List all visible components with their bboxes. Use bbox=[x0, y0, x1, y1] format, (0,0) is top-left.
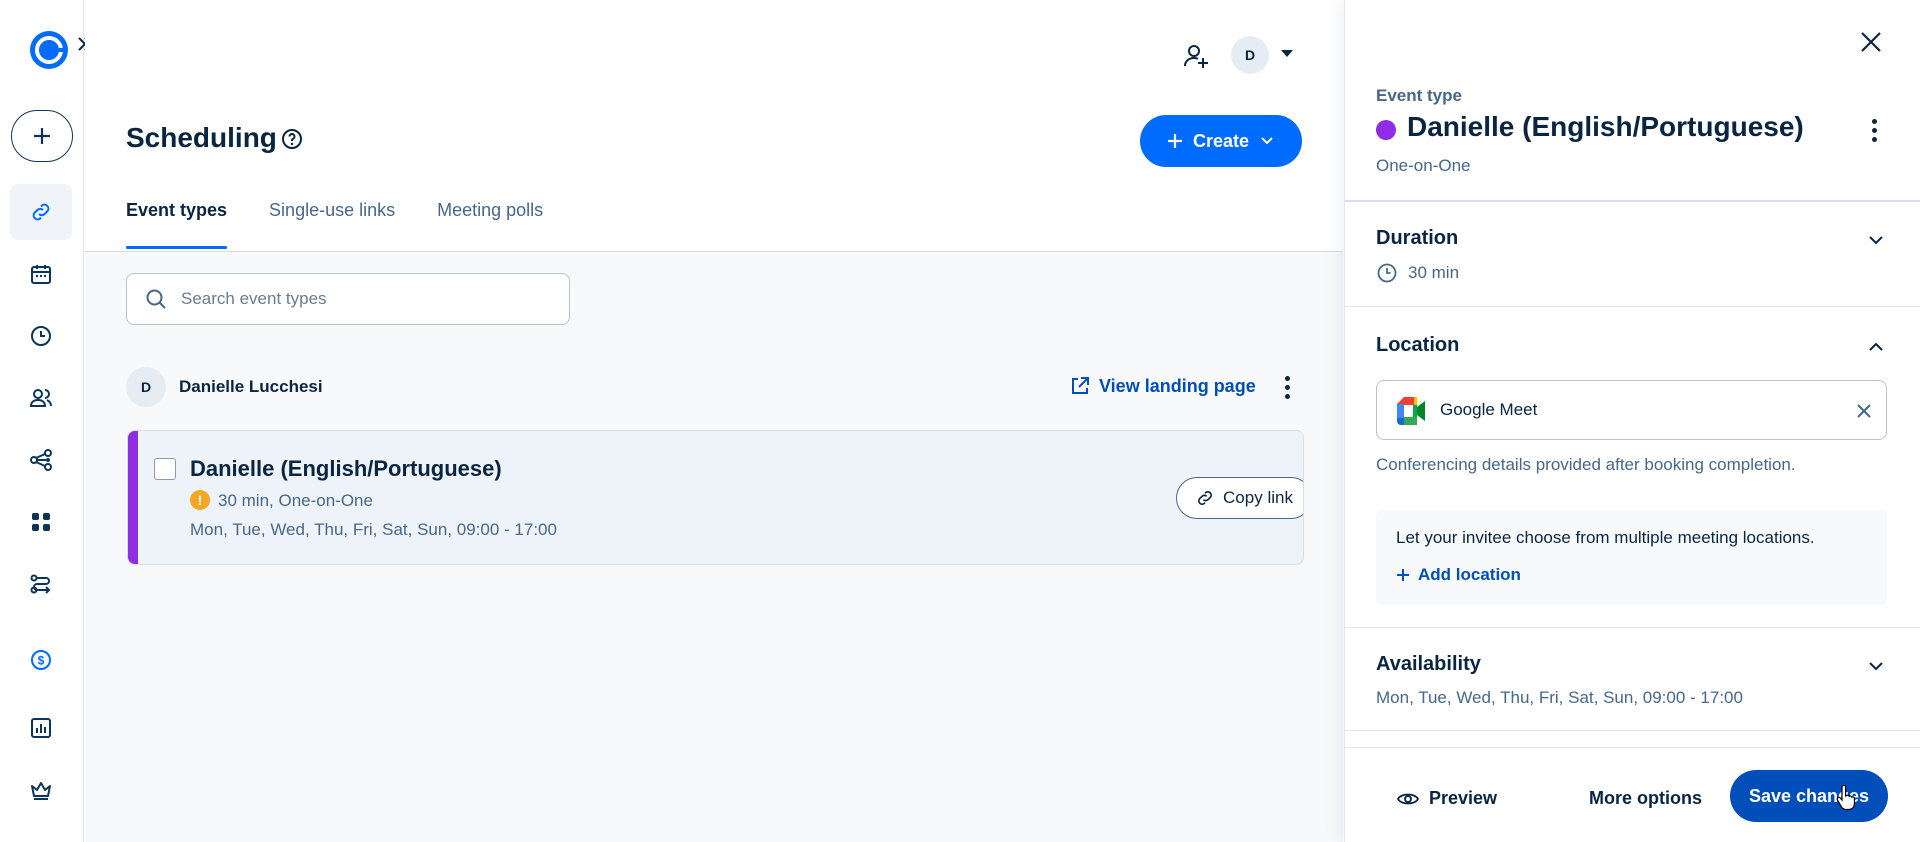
clock-icon bbox=[31, 326, 51, 346]
tab-meeting-polls[interactable]: Meeting polls bbox=[437, 200, 543, 247]
save-changes-button[interactable]: Save changes bbox=[1730, 770, 1888, 822]
search-box bbox=[126, 273, 570, 325]
event-type-card[interactable]: Danielle (English/Portuguese) ! 30 min, … bbox=[127, 430, 1304, 565]
availability-title: Availability bbox=[1376, 653, 1481, 675]
panel-more-icon[interactable] bbox=[1862, 115, 1886, 145]
calendly-logo-icon[interactable] bbox=[30, 31, 68, 69]
google-meet-icon bbox=[1397, 397, 1425, 425]
rail-item-workflows[interactable] bbox=[10, 432, 72, 488]
search-input[interactable] bbox=[181, 289, 551, 309]
chevron-down-icon[interactable] bbox=[1281, 50, 1293, 57]
panel-title: Danielle (English/Portuguese) bbox=[1407, 111, 1804, 142]
calendar-icon bbox=[31, 265, 51, 284]
main-header: D Scheduling Create Event types Single-u… bbox=[85, 0, 1343, 252]
create-button-label: Create bbox=[1192, 130, 1250, 151]
main-content: D Scheduling Create Event types Single-u… bbox=[85, 0, 1343, 842]
warning-icon: ! bbox=[190, 490, 210, 510]
event-color-stripe bbox=[128, 431, 138, 564]
plus-icon bbox=[1167, 134, 1182, 148]
duration-line: 30 min bbox=[1376, 262, 1459, 284]
event-title: Danielle (English/Portuguese) bbox=[190, 456, 502, 481]
external-link-icon bbox=[1072, 377, 1089, 394]
availability-value: Mon, Tue, Wed, Thu, Fri, Sat, Sun, 09:00… bbox=[1376, 688, 1743, 707]
admin-crown-icon bbox=[31, 782, 51, 800]
rail-item-scheduling[interactable] bbox=[10, 184, 72, 240]
event-edit-panel: Event type Danielle (English/Portuguese)… bbox=[1344, 0, 1920, 842]
copy-link-button[interactable]: Copy link bbox=[1176, 477, 1303, 519]
tab-bar: Event types Single-use links Meeting pol… bbox=[126, 200, 543, 249]
event-schedule: Mon, Tue, Wed, Thu, Fri, Sat, Sun, 09:00… bbox=[190, 520, 557, 539]
workflow-icon bbox=[30, 449, 52, 471]
rail-create-button[interactable] bbox=[11, 110, 73, 162]
event-color-dot bbox=[1376, 120, 1396, 140]
hand-cursor-icon bbox=[1836, 785, 1855, 811]
invite-user-icon[interactable] bbox=[1182, 42, 1210, 70]
owner-row: D Danielle Lucchesi View landing page bbox=[126, 367, 1304, 407]
chevron-down-icon bbox=[1261, 137, 1273, 145]
location-provider: Google Meet bbox=[1440, 400, 1538, 419]
page-title: Scheduling bbox=[126, 122, 277, 153]
owner-avatar: D bbox=[126, 367, 166, 407]
rail-item-contacts[interactable] bbox=[10, 370, 72, 426]
duration-value: 30 min bbox=[1408, 263, 1460, 282]
plus-icon bbox=[34, 128, 50, 144]
close-icon[interactable] bbox=[1855, 26, 1887, 58]
tab-event-types[interactable]: Event types bbox=[126, 200, 228, 249]
owner-more-icon[interactable] bbox=[1275, 372, 1299, 402]
user-avatar[interactable]: D bbox=[1231, 36, 1269, 74]
panel-subtitle: One-on-One bbox=[1376, 156, 1471, 175]
view-landing-page-label: View landing page bbox=[1099, 375, 1256, 396]
billing-icon: $ bbox=[31, 650, 51, 670]
rail-item-meetings[interactable] bbox=[10, 246, 72, 302]
copy-link-label: Copy link bbox=[1223, 488, 1293, 507]
rail-item-availability[interactable] bbox=[10, 308, 72, 364]
svg-text:$: $ bbox=[38, 654, 45, 668]
rail-item-billing[interactable]: $ bbox=[10, 632, 72, 688]
create-button[interactable]: Create bbox=[1140, 115, 1302, 167]
panel-label: Event type bbox=[1376, 86, 1462, 105]
preview-label: Preview bbox=[1429, 788, 1498, 808]
analytics-icon bbox=[31, 718, 51, 738]
panel-footer: Preview More options Save changes bbox=[1345, 747, 1920, 842]
location-google-meet[interactable]: Google Meet bbox=[1376, 380, 1887, 440]
event-meta: 30 min, One-on-One bbox=[218, 491, 373, 510]
preview-button[interactable]: Preview bbox=[1397, 788, 1497, 809]
event-select-checkbox[interactable] bbox=[154, 458, 176, 480]
tab-single-use-links[interactable]: Single-use links bbox=[269, 200, 395, 247]
owner-name: Danielle Lucchesi bbox=[179, 377, 323, 396]
clock-icon bbox=[1377, 263, 1397, 283]
link-icon bbox=[1198, 491, 1212, 505]
link-icon bbox=[32, 203, 50, 221]
chevron-down-icon[interactable] bbox=[1866, 656, 1886, 676]
view-landing-page-link[interactable]: View landing page bbox=[1069, 375, 1256, 397]
conferencing-note: Conferencing details provided after book… bbox=[1376, 455, 1796, 474]
left-rail: $ bbox=[0, 0, 93, 842]
add-location-link[interactable]: Add location bbox=[1396, 565, 1521, 585]
availability-section[interactable]: Availability Mon, Tue, Wed, Thu, Fri, Sa… bbox=[1345, 628, 1920, 731]
people-icon bbox=[29, 389, 52, 407]
help-icon[interactable] bbox=[281, 128, 303, 150]
plus-icon bbox=[1397, 569, 1409, 581]
more-options-button[interactable]: More options bbox=[1589, 788, 1702, 809]
search-icon bbox=[146, 289, 166, 309]
rail-item-integrations[interactable] bbox=[10, 494, 72, 550]
eye-icon bbox=[1397, 793, 1419, 804]
add-location-label: Add location bbox=[1418, 565, 1521, 584]
multi-location-box: Let your invitee choose from multiple me… bbox=[1376, 510, 1887, 605]
location-title: Location bbox=[1376, 334, 1460, 356]
remove-location-icon[interactable] bbox=[1855, 402, 1873, 420]
rail-item-admin[interactable] bbox=[10, 762, 72, 818]
rail-item-routing[interactable] bbox=[10, 556, 72, 612]
chevron-down-icon[interactable] bbox=[1866, 230, 1886, 250]
apps-icon bbox=[32, 513, 50, 531]
multi-location-text: Let your invitee choose from multiple me… bbox=[1396, 528, 1815, 547]
rail-item-analytics[interactable] bbox=[10, 700, 72, 756]
routing-icon bbox=[30, 574, 51, 594]
chevron-up-icon[interactable] bbox=[1866, 337, 1886, 357]
duration-section[interactable]: Duration 30 min bbox=[1345, 202, 1920, 307]
duration-title: Duration bbox=[1376, 227, 1459, 249]
